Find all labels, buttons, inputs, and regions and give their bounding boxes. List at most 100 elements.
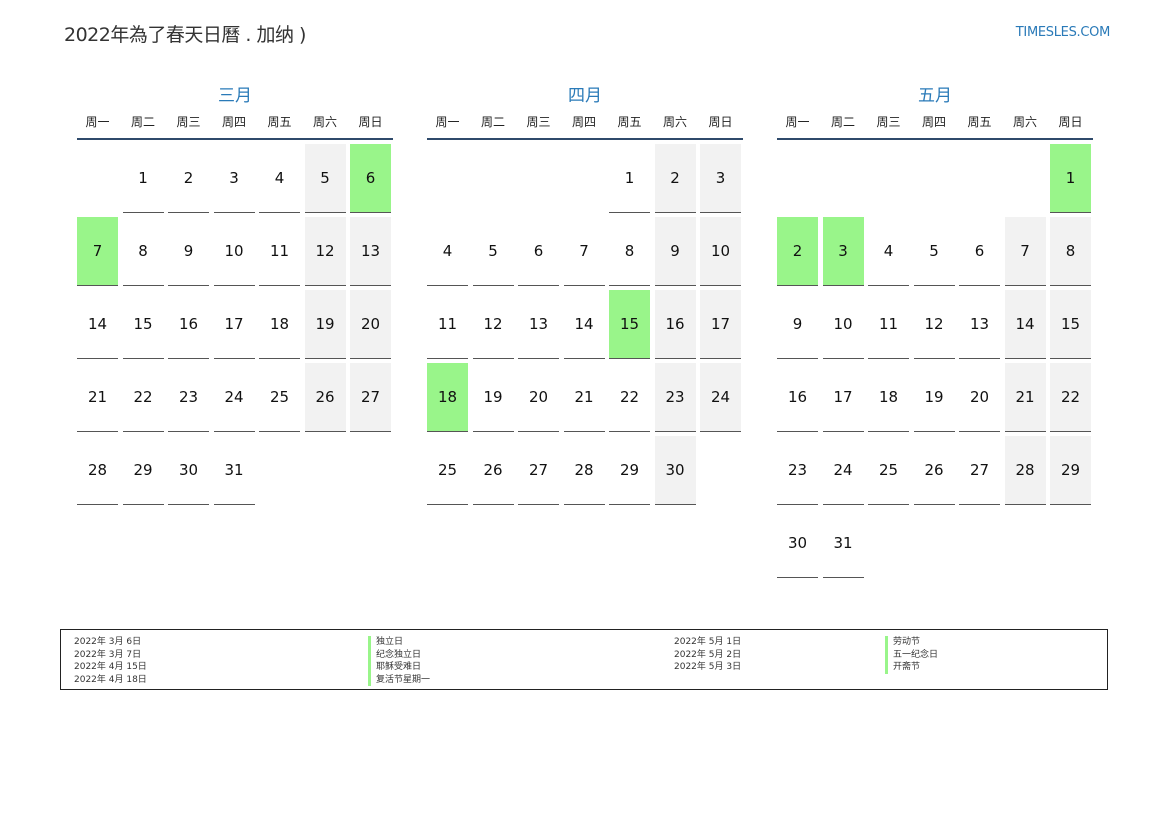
day-cell[interactable]: 17	[213, 290, 255, 359]
day-cell[interactable]: 30	[777, 509, 818, 578]
day-cell[interactable]: 25	[427, 436, 468, 505]
day-cell[interactable]: 26	[913, 436, 955, 505]
day-cell[interactable]: 28	[1004, 436, 1046, 505]
day-cell[interactable]: 12	[304, 217, 346, 286]
day-cell[interactable]: 7	[77, 217, 118, 286]
day-cell[interactable]: 3	[822, 217, 864, 286]
day-cell[interactable]: 13	[959, 290, 1000, 359]
day-cell[interactable]: 20	[959, 363, 1000, 432]
day-cell[interactable]: 1	[122, 144, 164, 213]
day-cell[interactable]: 21	[1004, 363, 1046, 432]
day-cell[interactable]: 31	[822, 509, 864, 578]
day-cell[interactable]: 24	[700, 363, 741, 432]
day-cell[interactable]: 4	[427, 217, 468, 286]
day-cell[interactable]: 7	[1004, 217, 1046, 286]
day-cell[interactable]: 16	[777, 363, 818, 432]
day-cell[interactable]: 22	[1050, 363, 1091, 432]
day-cell[interactable]: 17	[822, 363, 864, 432]
day-cell[interactable]: 6	[959, 217, 1000, 286]
weekday-label: 周一	[435, 115, 460, 129]
day-cell[interactable]: 20	[350, 290, 391, 359]
weekday-label: 周三	[876, 115, 901, 129]
site-link[interactable]: TIMESLES.COM	[1016, 25, 1111, 40]
day-cell[interactable]: 24	[213, 363, 255, 432]
day-cell[interactable]: 20	[518, 363, 559, 432]
day-cell[interactable]: 2	[168, 144, 209, 213]
day-cell[interactable]: 12	[472, 290, 514, 359]
day-cell[interactable]: 29	[1050, 436, 1091, 505]
day-cell[interactable]: 10	[700, 217, 741, 286]
day-cell[interactable]: 23	[168, 363, 209, 432]
day-cell[interactable]: 15	[122, 290, 164, 359]
day-grid: 1 2 3 4 5 6 7 8 9 10 11 12 13 14 15 16 17 18 19 20 21 22 23 24 2…	[77, 144, 393, 505]
day-cell[interactable]: 13	[518, 290, 559, 359]
day-cell[interactable]: 28	[77, 436, 118, 505]
day-cell[interactable]: 15	[1050, 290, 1091, 359]
day-cell[interactable]: 5	[304, 144, 346, 213]
day-cell[interactable]: 16	[654, 290, 696, 359]
day-cell[interactable]: 2	[654, 144, 696, 213]
day-cell[interactable]: 13	[350, 217, 391, 286]
day-cell[interactable]: 12	[913, 290, 955, 359]
day-cell[interactable]: 9	[168, 217, 209, 286]
legend-holiday-name: 劳动节	[885, 636, 938, 649]
day-cell[interactable]: 14	[77, 290, 118, 359]
day-cell[interactable]: 25	[868, 436, 909, 505]
day-cell[interactable]: 5	[472, 217, 514, 286]
day-cell[interactable]: 26	[472, 436, 514, 505]
day-cell[interactable]: 23	[777, 436, 818, 505]
day-cell[interactable]: 10	[822, 290, 864, 359]
day-cell[interactable]: 3	[700, 144, 741, 213]
day-cell[interactable]: 1	[609, 144, 650, 213]
day-cell[interactable]: 29	[122, 436, 164, 505]
day-cell[interactable]: 22	[609, 363, 650, 432]
day-cell[interactable]: 30	[654, 436, 696, 505]
day-cell[interactable]: 18	[868, 363, 909, 432]
day-cell[interactable]: 14	[1004, 290, 1046, 359]
day-cell[interactable]: 6	[350, 144, 391, 213]
day-cell[interactable]: 5	[913, 217, 955, 286]
day-cell[interactable]: 18	[427, 363, 468, 432]
day-cell[interactable]: 4	[259, 144, 300, 213]
day-cell[interactable]: 21	[77, 363, 118, 432]
day-cell[interactable]: 9	[654, 217, 696, 286]
day-cell[interactable]: 19	[472, 363, 514, 432]
day-cell[interactable]: 11	[259, 217, 300, 286]
legend-date: 2022年 3月 7日	[74, 649, 142, 660]
day-cell[interactable]: 27	[350, 363, 391, 432]
day-cell[interactable]: 21	[563, 363, 605, 432]
day-cell[interactable]: 11	[427, 290, 468, 359]
day-cell[interactable]: 7	[563, 217, 605, 286]
day-cell[interactable]: 17	[700, 290, 741, 359]
day-cell[interactable]: 30	[168, 436, 209, 505]
day-cell[interactable]: 24	[822, 436, 864, 505]
day-cell[interactable]: 28	[563, 436, 605, 505]
day-cell[interactable]: 15	[609, 290, 650, 359]
day-cell[interactable]: 29	[609, 436, 650, 505]
day-cell[interactable]: 11	[868, 290, 909, 359]
day-cell[interactable]: 16	[168, 290, 209, 359]
day-cell[interactable]: 18	[259, 290, 300, 359]
day-cell[interactable]: 22	[122, 363, 164, 432]
day-grid: 1 2 3 4 5 6 7 8 9 10 11 12 13 14 15 16 17 18 19 20 21 22 23 24 2…	[427, 144, 743, 505]
day-cell[interactable]: 4	[868, 217, 909, 286]
day-cell[interactable]: 10	[213, 217, 255, 286]
day-cell[interactable]: 19	[913, 363, 955, 432]
day-cell[interactable]: 25	[259, 363, 300, 432]
day-cell[interactable]: 1	[1050, 144, 1091, 213]
day-cell[interactable]: 27	[959, 436, 1000, 505]
day-cell[interactable]: 31	[213, 436, 255, 505]
day-cell[interactable]: 6	[518, 217, 559, 286]
day-cell[interactable]: 26	[304, 363, 346, 432]
day-cell[interactable]: 2	[777, 217, 818, 286]
day-cell[interactable]: 8	[122, 217, 164, 286]
day-cell[interactable]: 19	[304, 290, 346, 359]
empty-cell	[305, 436, 346, 505]
day-cell[interactable]: 9	[777, 290, 818, 359]
day-cell[interactable]: 8	[609, 217, 650, 286]
day-cell[interactable]: 23	[654, 363, 696, 432]
day-cell[interactable]: 3	[213, 144, 255, 213]
day-cell[interactable]: 14	[563, 290, 605, 359]
day-cell[interactable]: 8	[1050, 217, 1091, 286]
day-cell[interactable]: 27	[518, 436, 559, 505]
